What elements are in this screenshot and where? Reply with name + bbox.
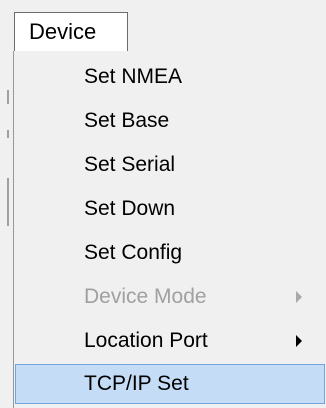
menu-item-set-down[interactable]: Set Down (16, 189, 326, 229)
menu-item-label: Set Config (84, 241, 183, 264)
menu-item-device-mode: Device Mode (16, 277, 326, 317)
background-window-edge (0, 52, 14, 408)
submenu-arrow-icon (296, 335, 302, 347)
menu-item-set-serial[interactable]: Set Serial (16, 145, 326, 185)
edge-mark (7, 130, 9, 138)
menu-item-location-port[interactable]: Location Port (16, 321, 326, 361)
menu-item-label: Set Base (84, 109, 170, 132)
edge-mark (7, 90, 9, 104)
device-menu[interactable]: Device (14, 12, 128, 52)
device-dropdown-menu: Set NMEA Set Base Set Serial Set Down Se… (13, 51, 326, 408)
menu-bar: Device (0, 0, 326, 52)
menu-item-set-config[interactable]: Set Config (16, 233, 326, 273)
edge-mark (7, 178, 9, 226)
menu-item-tcp-ip-set[interactable]: TCP/IP Set (15, 364, 325, 404)
menu-item-label: TCP/IP Set (84, 372, 189, 395)
menu-item-set-base[interactable]: Set Base (16, 101, 326, 141)
submenu-arrow-icon (296, 291, 302, 303)
menu-item-label: Device Mode (84, 285, 207, 308)
menu-item-label: Set Down (84, 197, 176, 220)
menu-item-label: Location Port (84, 329, 208, 352)
menu-item-set-nmea[interactable]: Set NMEA (16, 57, 326, 97)
menu-item-label: Set Serial (84, 153, 176, 176)
menu-item-label: Set NMEA (84, 65, 183, 88)
